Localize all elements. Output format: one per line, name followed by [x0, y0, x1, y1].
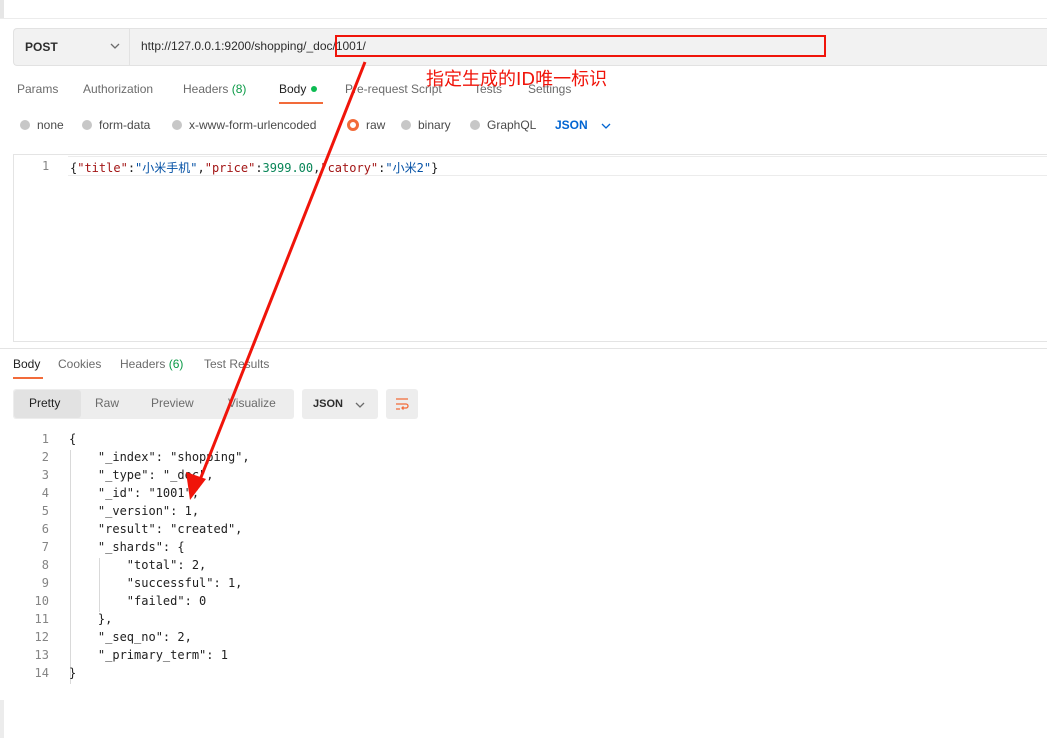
code-line: "_shards": { [69, 540, 185, 554]
code-line: "result": "created", [69, 522, 243, 536]
annotation-highlight-box [335, 35, 826, 57]
radio-circle [82, 120, 92, 130]
radio-graphql[interactable]: GraphQL [470, 118, 536, 132]
top-strip [0, 0, 1047, 19]
radio-circle [401, 120, 411, 130]
method-label: POST [25, 40, 58, 54]
radio-urlencoded[interactable]: x-www-form-urlencoded [172, 118, 316, 132]
line-number: 12 [34, 630, 49, 644]
line-number: 14 [34, 666, 49, 680]
radio-form-data[interactable]: form-data [82, 118, 150, 132]
section-divider [0, 348, 1047, 349]
radio-label: raw [366, 118, 386, 132]
code-line: }, [69, 612, 113, 626]
radio-binary[interactable]: binary [401, 118, 451, 132]
body-format-label: JSON [555, 118, 588, 132]
wrap-lines-button[interactable] [386, 389, 418, 419]
code-line: "total": 2, [69, 558, 207, 572]
code-line: "_id": "1001", [69, 486, 200, 500]
url-input[interactable]: http://127.0.0.1:9200/shopping/_doc/1001… [141, 39, 366, 53]
line-number: 13 [34, 648, 49, 662]
headers-count: (8) [231, 82, 247, 96]
line-number: 5 [41, 504, 49, 518]
request-body-editor[interactable]: 1 {"title":"小米手机","price":3999.00,"cator… [13, 154, 1047, 342]
line-number: 8 [41, 558, 49, 572]
response-headers-count: (6) [168, 357, 184, 371]
mode-preview[interactable]: Preview [151, 396, 194, 410]
radio-circle [20, 120, 30, 130]
tab-params[interactable]: Params [17, 82, 58, 96]
chevron-down-icon [601, 123, 611, 129]
mode-pretty[interactable]: Pretty [29, 396, 60, 410]
code-line: { [69, 432, 77, 446]
line-number: 2 [41, 450, 49, 464]
code-line: "_index": "shopping", [69, 450, 250, 464]
line-number: 7 [41, 540, 49, 554]
window-edge [0, 700, 4, 738]
chevron-down-icon [110, 43, 120, 49]
code-token: : [127, 161, 136, 175]
code-line: "failed": 0 [69, 594, 207, 608]
code-token: 3999.00 [262, 161, 314, 175]
chevron-down-icon [355, 402, 365, 408]
tab-cookies[interactable]: Cookies [58, 357, 101, 371]
radio-label: x-www-form-urlencoded [189, 118, 317, 132]
method-select[interactable]: POST [14, 29, 130, 65]
code-token: , [197, 161, 205, 175]
tab-authorization[interactable]: Authorization [83, 82, 153, 96]
code-token: "price" [204, 161, 256, 175]
radio-label: binary [418, 118, 451, 132]
radio-none[interactable]: none [20, 118, 64, 132]
code-token: "title" [77, 161, 128, 175]
code-line: "_type": "_doc", [69, 468, 214, 482]
tab-response-headers[interactable]: Headers (6) [120, 357, 183, 371]
radio-label: form-data [99, 118, 151, 132]
code-token: "小米2" [385, 161, 432, 175]
line-number: 6 [41, 522, 49, 536]
code-line: "successful": 1, [69, 576, 243, 590]
response-format-dropdown[interactable]: JSON [302, 389, 378, 419]
window-edge [0, 0, 4, 18]
wrap-lines-icon [396, 398, 409, 410]
tab-headers-label: Headers [183, 82, 229, 96]
tab-response-headers-label: Headers [120, 357, 166, 371]
code-line: "_version": 1, [69, 504, 200, 518]
body-indicator-dot [311, 86, 318, 92]
mode-visualize[interactable]: Visualize [228, 396, 276, 410]
line-number: 9 [41, 576, 49, 590]
radio-circle [172, 120, 182, 130]
tab-response-body[interactable]: Body [13, 357, 40, 371]
response-format-label: JSON [313, 398, 343, 410]
tab-body-label: Body [279, 82, 307, 96]
code-token: } [431, 161, 439, 175]
line-number: 1 [41, 432, 49, 446]
radio-label: none [37, 118, 64, 132]
radio-raw[interactable]: raw [347, 118, 385, 132]
line-number: 3 [41, 468, 49, 482]
code-token: "catory" [320, 161, 379, 175]
tab-body[interactable]: Body [279, 82, 318, 96]
mode-raw[interactable]: Raw [95, 396, 119, 410]
code-token: : [255, 161, 263, 175]
code-line: "_seq_no": 2, [69, 630, 192, 644]
line-number: 4 [41, 486, 49, 500]
radio-circle-selected [347, 119, 359, 131]
radio-label: GraphQL [487, 118, 537, 132]
line-number: 10 [34, 594, 49, 608]
response-body-viewer[interactable]: 1 2 3 4 5 6 7 8 9 10 11 12 13 14 { "_ind… [13, 432, 1013, 692]
active-tab-underline [279, 102, 323, 104]
radio-circle [470, 120, 480, 130]
annotation-label: 指定生成的ID唯一标识 [426, 69, 608, 90]
view-mode-toggle: Pretty Raw Preview Visualize [13, 389, 294, 419]
code-line: } [69, 666, 77, 680]
tab-headers[interactable]: Headers (8) [183, 82, 246, 96]
body-format-dropdown[interactable]: JSON [555, 118, 611, 132]
line-number: 11 [34, 612, 49, 626]
request-body-code: {"title":"小米手机","price":3999.00,"catory"… [70, 159, 438, 176]
line-number: 1 [42, 159, 50, 173]
active-tab-underline [13, 377, 43, 379]
code-token: "小米手机" [135, 161, 198, 175]
code-line: "_primary_term": 1 [69, 648, 228, 662]
tab-test-results[interactable]: Test Results [204, 357, 269, 371]
